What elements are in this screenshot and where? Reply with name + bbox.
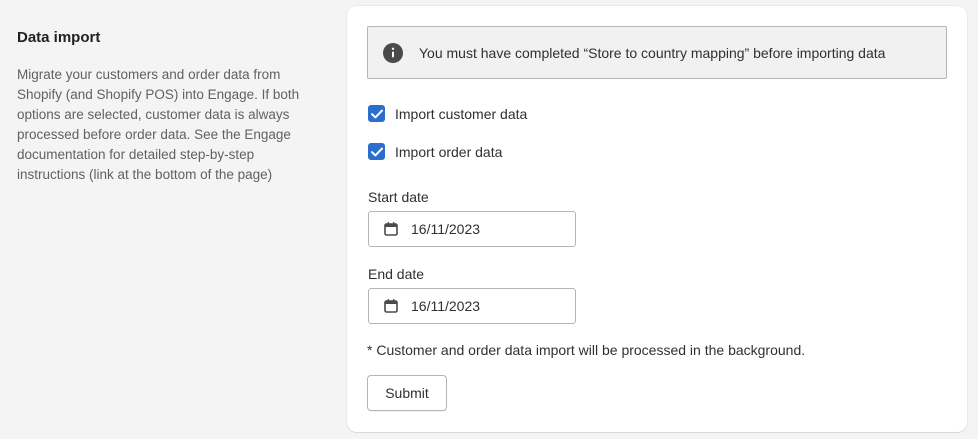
import-customer-checkbox[interactable]: [368, 105, 385, 122]
import-card: You must have completed “Store to countr…: [347, 6, 967, 432]
import-order-option[interactable]: Import order data: [368, 143, 502, 160]
import-customer-option[interactable]: Import customer data: [368, 105, 527, 122]
background-processing-note: * Customer and order data import will be…: [367, 342, 806, 358]
checkmark-icon: [370, 109, 383, 118]
checkmark-icon: [370, 147, 383, 156]
import-customer-label[interactable]: Import customer data: [395, 106, 527, 122]
info-icon: [383, 42, 403, 63]
info-banner: You must have completed “Store to countr…: [367, 26, 947, 79]
import-order-label[interactable]: Import order data: [395, 144, 502, 160]
section-title: Data import: [17, 29, 101, 46]
end-date-value[interactable]: 16/11/2023: [411, 298, 480, 314]
submit-button[interactable]: Submit: [367, 375, 447, 411]
calendar-icon: [383, 221, 399, 237]
end-date-label: End date: [368, 266, 425, 282]
start-date-field[interactable]: 16/11/2023: [368, 211, 576, 247]
end-date-field[interactable]: 16/11/2023: [368, 288, 576, 324]
import-order-checkbox[interactable]: [368, 143, 385, 160]
banner-text: You must have completed “Store to countr…: [419, 44, 886, 61]
start-date-value[interactable]: 16/11/2023: [411, 221, 480, 237]
start-date-label: Start date: [368, 189, 429, 205]
section-info: Data import Migrate your customers and o…: [17, 28, 313, 185]
section-description: Migrate your customers and order data fr…: [17, 67, 300, 182]
calendar-icon: [383, 298, 399, 314]
